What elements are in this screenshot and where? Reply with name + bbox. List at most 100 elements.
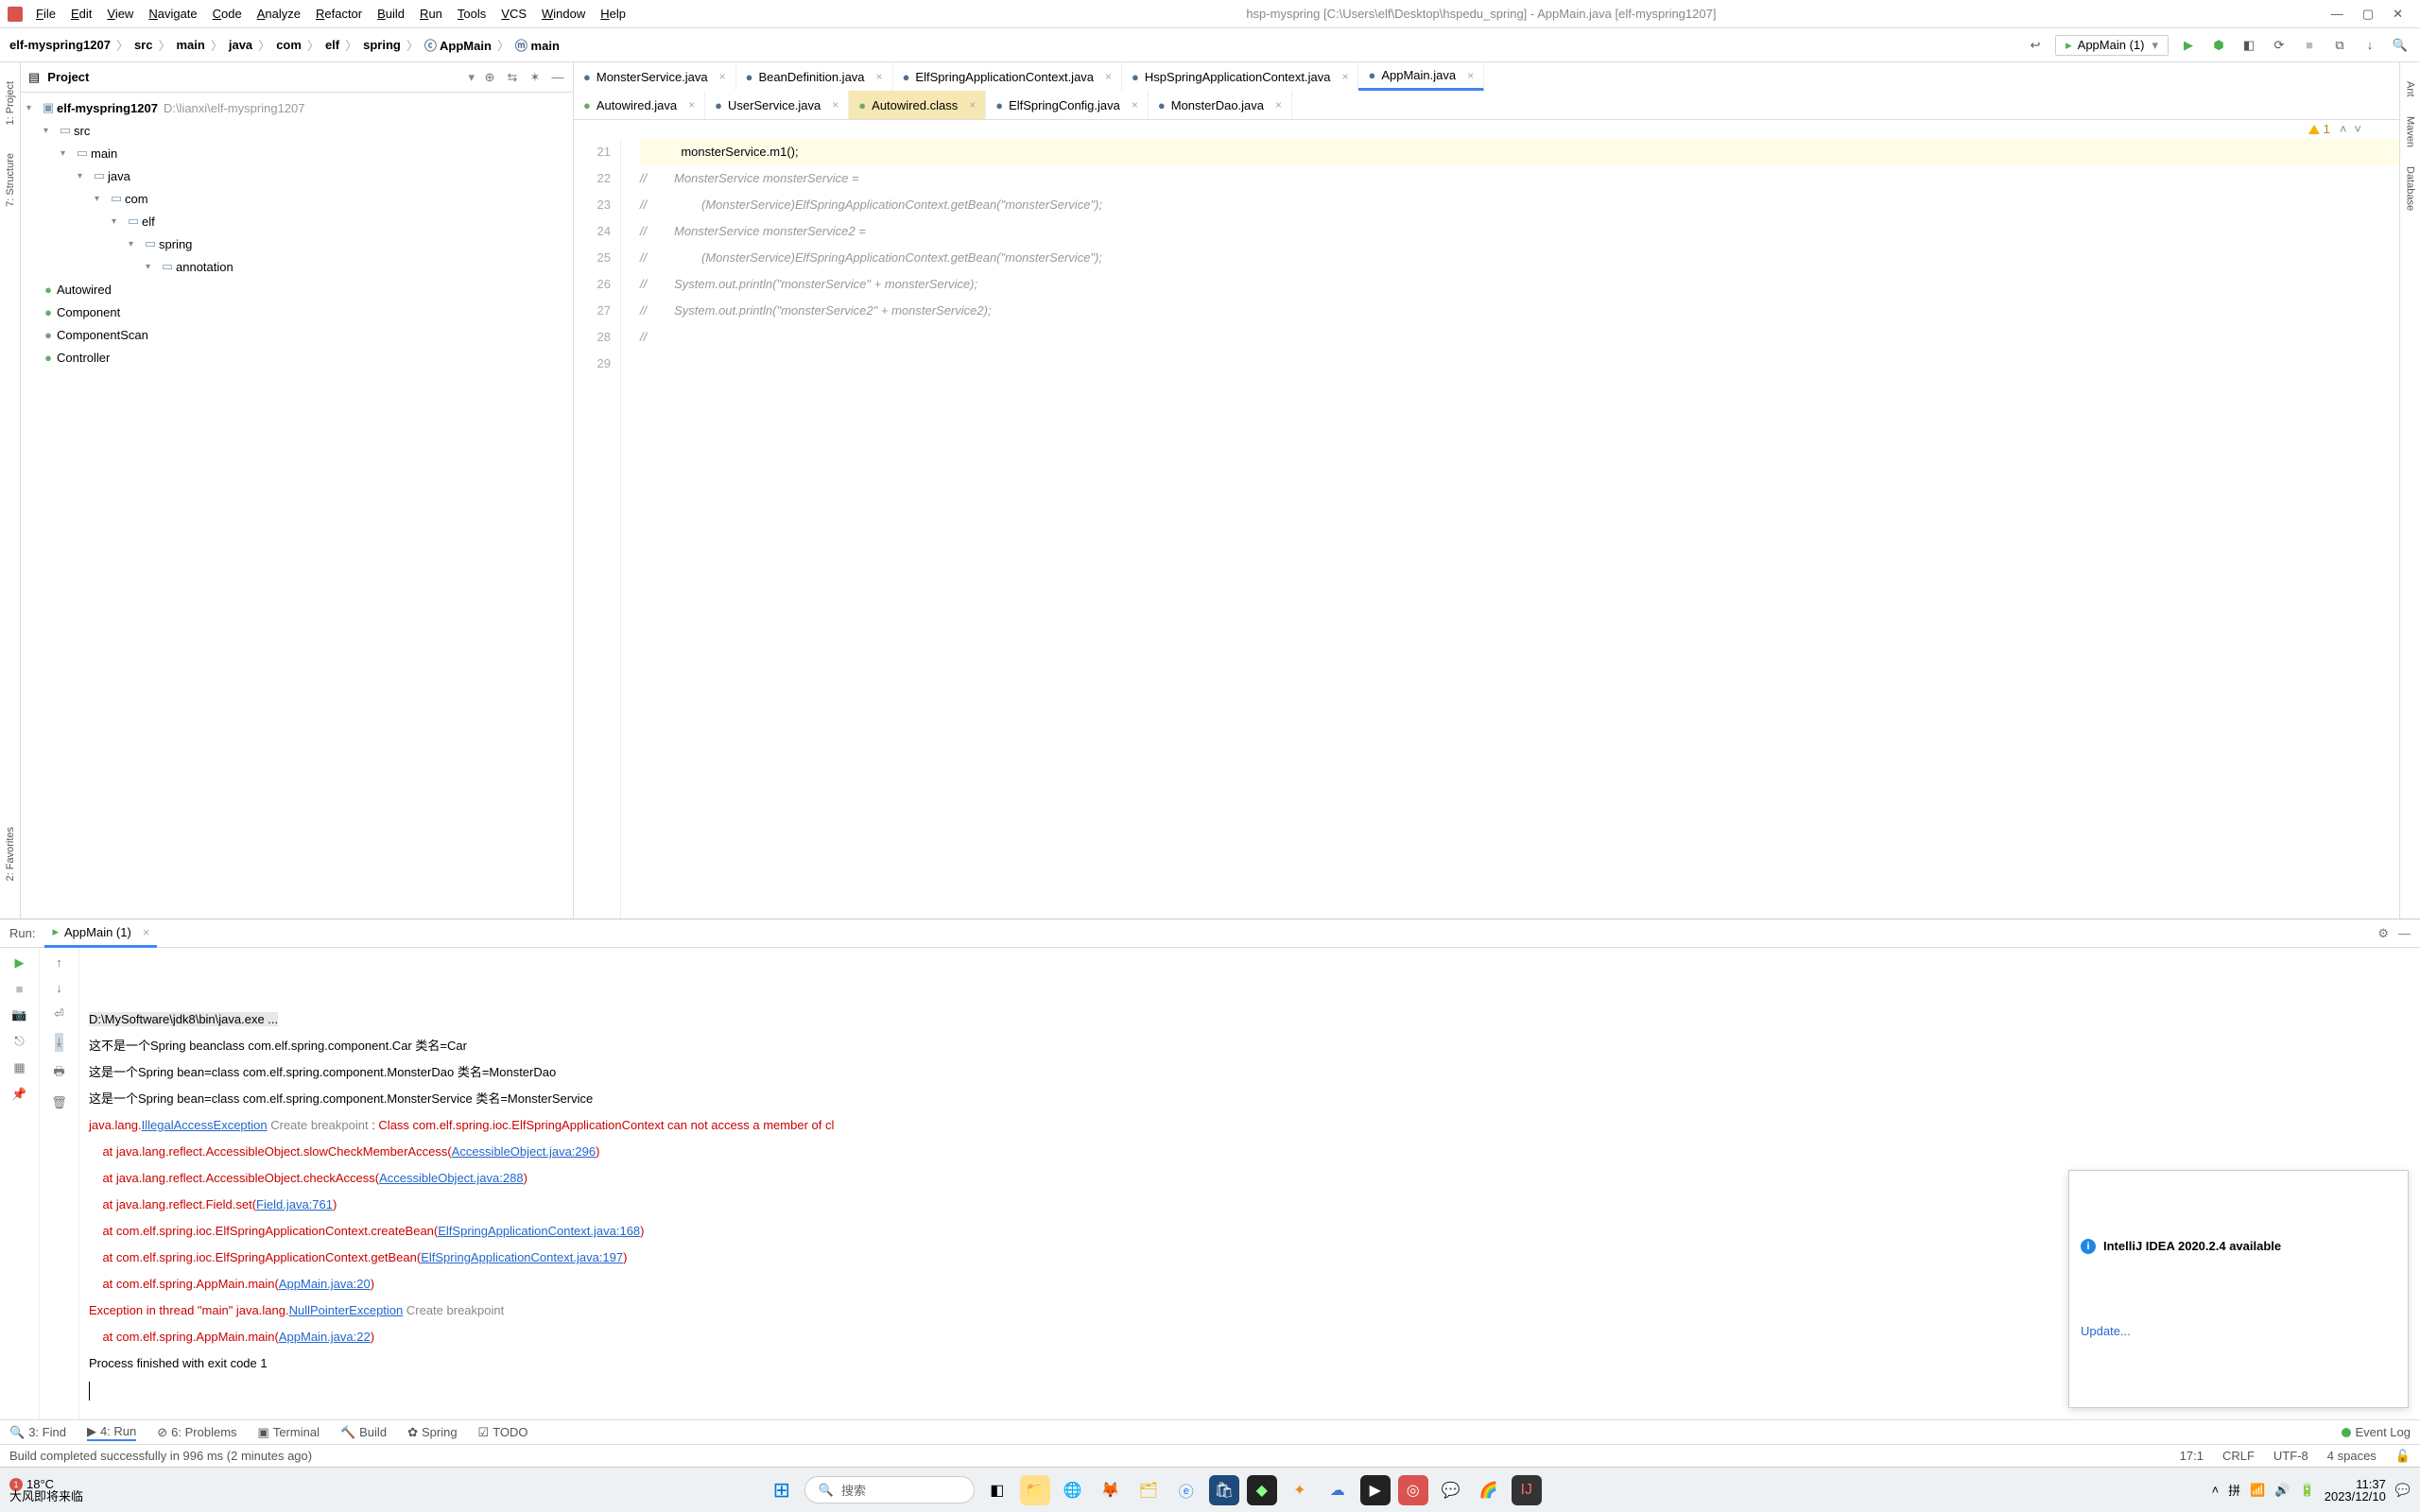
run-button[interactable]: ▶ <box>2178 35 2199 56</box>
tree-item-spring[interactable]: ▾▭spring <box>26 232 567 255</box>
store-icon[interactable]: 🛍 <box>1209 1475 1239 1505</box>
structure-tool-tab[interactable]: 7: Structure <box>5 153 16 207</box>
menu-edit[interactable]: Edit <box>65 5 97 23</box>
close-tab-icon[interactable]: × <box>876 70 883 83</box>
tab-monsterservice-java[interactable]: ●MonsterService.java× <box>574 62 736 91</box>
collapse-icon[interactable]: ⇆ <box>505 70 520 85</box>
stacktrace-link[interactable]: AccessibleObject.java:288 <box>379 1171 523 1185</box>
wrap-icon[interactable]: ⏎ <box>54 1006 64 1022</box>
tab-monsterdao-java[interactable]: ●MonsterDao.java× <box>1149 91 1292 119</box>
run-bottom-tab[interactable]: ▶ 4: Run <box>87 1424 136 1441</box>
tree-item-elf[interactable]: ▾▭elf <box>26 210 567 232</box>
event-log-tab[interactable]: Event Log <box>2342 1425 2411 1439</box>
tree-item-<b>elf-myspring1207</b>[interactable]: ▾▣elf-myspring1207D:\lianxi\elf-myspring… <box>26 96 567 119</box>
close-tab-icon[interactable]: × <box>832 98 838 112</box>
lock-icon[interactable]: 🔓 <box>2395 1449 2411 1464</box>
search-everywhere-icon[interactable]: 🔍 <box>2390 35 2411 56</box>
tab-userservice-java[interactable]: ●UserService.java× <box>705 91 849 119</box>
project-tool-tab[interactable]: 1: Project <box>5 81 16 125</box>
breadcrumb-main[interactable]: main <box>177 38 205 52</box>
firefox-icon[interactable]: 🦊 <box>1096 1475 1126 1505</box>
build-tab[interactable]: 🔨 Build <box>340 1425 387 1440</box>
debug-button[interactable]: ⬢ <box>2208 35 2229 56</box>
edge-icon[interactable]: 🌐 <box>1058 1475 1088 1505</box>
coverage-button[interactable]: ◧ <box>2238 35 2259 56</box>
breadcrumb-spring[interactable]: spring <box>363 38 401 52</box>
caret-position[interactable]: 17:1 <box>2180 1449 2204 1463</box>
update-icon[interactable]: ↓ <box>2360 35 2380 56</box>
scroll-icon[interactable]: ⤓ <box>55 1033 64 1052</box>
stacktrace-link[interactable]: AccessibleObject.java:296 <box>452 1144 596 1159</box>
file-encoding[interactable]: UTF-8 <box>2273 1449 2308 1463</box>
menu-run[interactable]: Run <box>414 5 448 23</box>
indent-info[interactable]: 4 spaces <box>2327 1449 2377 1463</box>
close-tab-icon[interactable]: × <box>969 98 976 112</box>
rerun-button[interactable]: ▶ <box>15 955 25 971</box>
run-tab[interactable]: ▸ AppMain (1) × <box>44 919 157 948</box>
stacktrace-link[interactable]: Field.java:761 <box>256 1197 333 1211</box>
git-icon[interactable]: ⧉ <box>2329 35 2350 56</box>
stacktrace-link[interactable]: IllegalAccessException <box>142 1118 268 1132</box>
menu-code[interactable]: Code <box>207 5 248 23</box>
ant-tool-tab[interactable]: Ant <box>2405 81 2416 97</box>
code-editor[interactable]: monsterService.m1();// MonsterService mo… <box>621 139 2399 919</box>
tree-item-com[interactable]: ▾▭com <box>26 187 567 210</box>
problems-tab[interactable]: ⊘ 6: Problems <box>157 1425 236 1440</box>
close-tab-icon[interactable]: × <box>1275 98 1282 112</box>
menu-window[interactable]: Window <box>536 5 591 23</box>
clear-icon[interactable]: 🗑 <box>51 1095 67 1110</box>
tree-item-src[interactable]: ▾▭src <box>26 119 567 142</box>
tab-elfspringapplicationcontext-java[interactable]: ●ElfSpringApplicationContext.java× <box>893 62 1122 91</box>
menu-analyze[interactable]: Analyze <box>251 5 306 23</box>
media-icon[interactable]: ▶ <box>1360 1475 1391 1505</box>
close-tab-icon[interactable]: × <box>1105 70 1112 83</box>
run-settings-icon[interactable]: ⚙ <box>2377 926 2389 941</box>
chrome-icon[interactable]: 🌈 <box>1474 1475 1504 1505</box>
run-configuration-selector[interactable]: ▸ AppMain (1) ▾ <box>2055 35 2169 56</box>
maximize-icon[interactable]: ▢ <box>2362 7 2374 22</box>
tree-item-autowired[interactable]: ●Autowired <box>26 278 567 301</box>
system-tray[interactable]: ˄ 拼 📶 🔊 🔋 11:37 2023/12/10 💬 <box>2212 1478 2411 1503</box>
favorites-tool-tab[interactable]: 2: Favorites <box>5 827 16 881</box>
tab-elfspringconfig-java[interactable]: ●ElfSpringConfig.java× <box>986 91 1149 119</box>
start-button[interactable]: ⊞ <box>767 1475 797 1505</box>
battery-icon[interactable]: 🔋 <box>2300 1483 2315 1498</box>
tab-autowired-java[interactable]: ●Autowired.java× <box>574 91 705 119</box>
tree-item-main[interactable]: ▾▭main <box>26 142 567 164</box>
tab-hspspringapplicationcontext-java[interactable]: ●HspSpringApplicationContext.java× <box>1122 62 1358 91</box>
tree-item-component[interactable]: ●Component <box>26 301 567 323</box>
breadcrumb-appmain[interactable]: ⓒ AppMain <box>424 36 492 54</box>
taskbar-search[interactable]: 🔍 搜索 <box>804 1476 975 1503</box>
task-view-icon[interactable]: ◧ <box>982 1475 1012 1505</box>
tray-chevron-icon[interactable]: ˄ <box>2212 1483 2220 1497</box>
print-icon[interactable]: 🖶 <box>53 1063 64 1084</box>
update-link[interactable]: Update... <box>2081 1318 2396 1345</box>
tab-autowired-class[interactable]: ●Autowired.class× <box>849 91 986 119</box>
breadcrumb-elf-myspring1207[interactable]: elf-myspring1207 <box>9 38 111 52</box>
clock[interactable]: 11:37 2023/12/10 <box>2325 1478 2386 1503</box>
lang-icon[interactable]: 拼 <box>2228 1481 2240 1499</box>
stacktrace-link[interactable]: AppMain.java:22 <box>279 1330 371 1344</box>
back-icon[interactable]: ↩ <box>2025 35 2046 56</box>
menu-refactor[interactable]: Refactor <box>310 5 368 23</box>
exit-icon[interactable]: ⎋ <box>14 1034 24 1049</box>
menu-help[interactable]: Help <box>595 5 631 23</box>
menu-view[interactable]: View <box>101 5 139 23</box>
minimize-icon[interactable]: ― <box>2331 7 2343 22</box>
app-icon-3[interactable]: ☁ <box>1322 1475 1353 1505</box>
stacktrace-link[interactable]: ElfSpringApplicationContext.java:197 <box>421 1250 623 1264</box>
find-tab[interactable]: 🔍 3: Find <box>9 1425 66 1440</box>
pin-icon[interactable]: 📌 <box>11 1087 26 1102</box>
database-tool-tab[interactable]: Database <box>2405 166 2416 211</box>
run-hide-icon[interactable]: ― <box>2398 926 2411 940</box>
maven-tool-tab[interactable]: Maven <box>2405 116 2416 147</box>
locate-icon[interactable]: ⊕ <box>482 70 497 85</box>
breadcrumb-main[interactable]: ⓜ main <box>515 36 560 54</box>
app-icon-red[interactable]: ◎ <box>1398 1475 1428 1505</box>
layout-icon[interactable]: ▦ <box>13 1060 25 1075</box>
menu-build[interactable]: Build <box>372 5 410 23</box>
stop-button[interactable]: ■ <box>2299 35 2320 56</box>
app-icon-1[interactable]: ◆ <box>1247 1475 1277 1505</box>
inspection-warning[interactable]: 1 ˄ ˅ <box>2308 122 2361 136</box>
down-icon[interactable]: ↓ <box>56 981 62 995</box>
